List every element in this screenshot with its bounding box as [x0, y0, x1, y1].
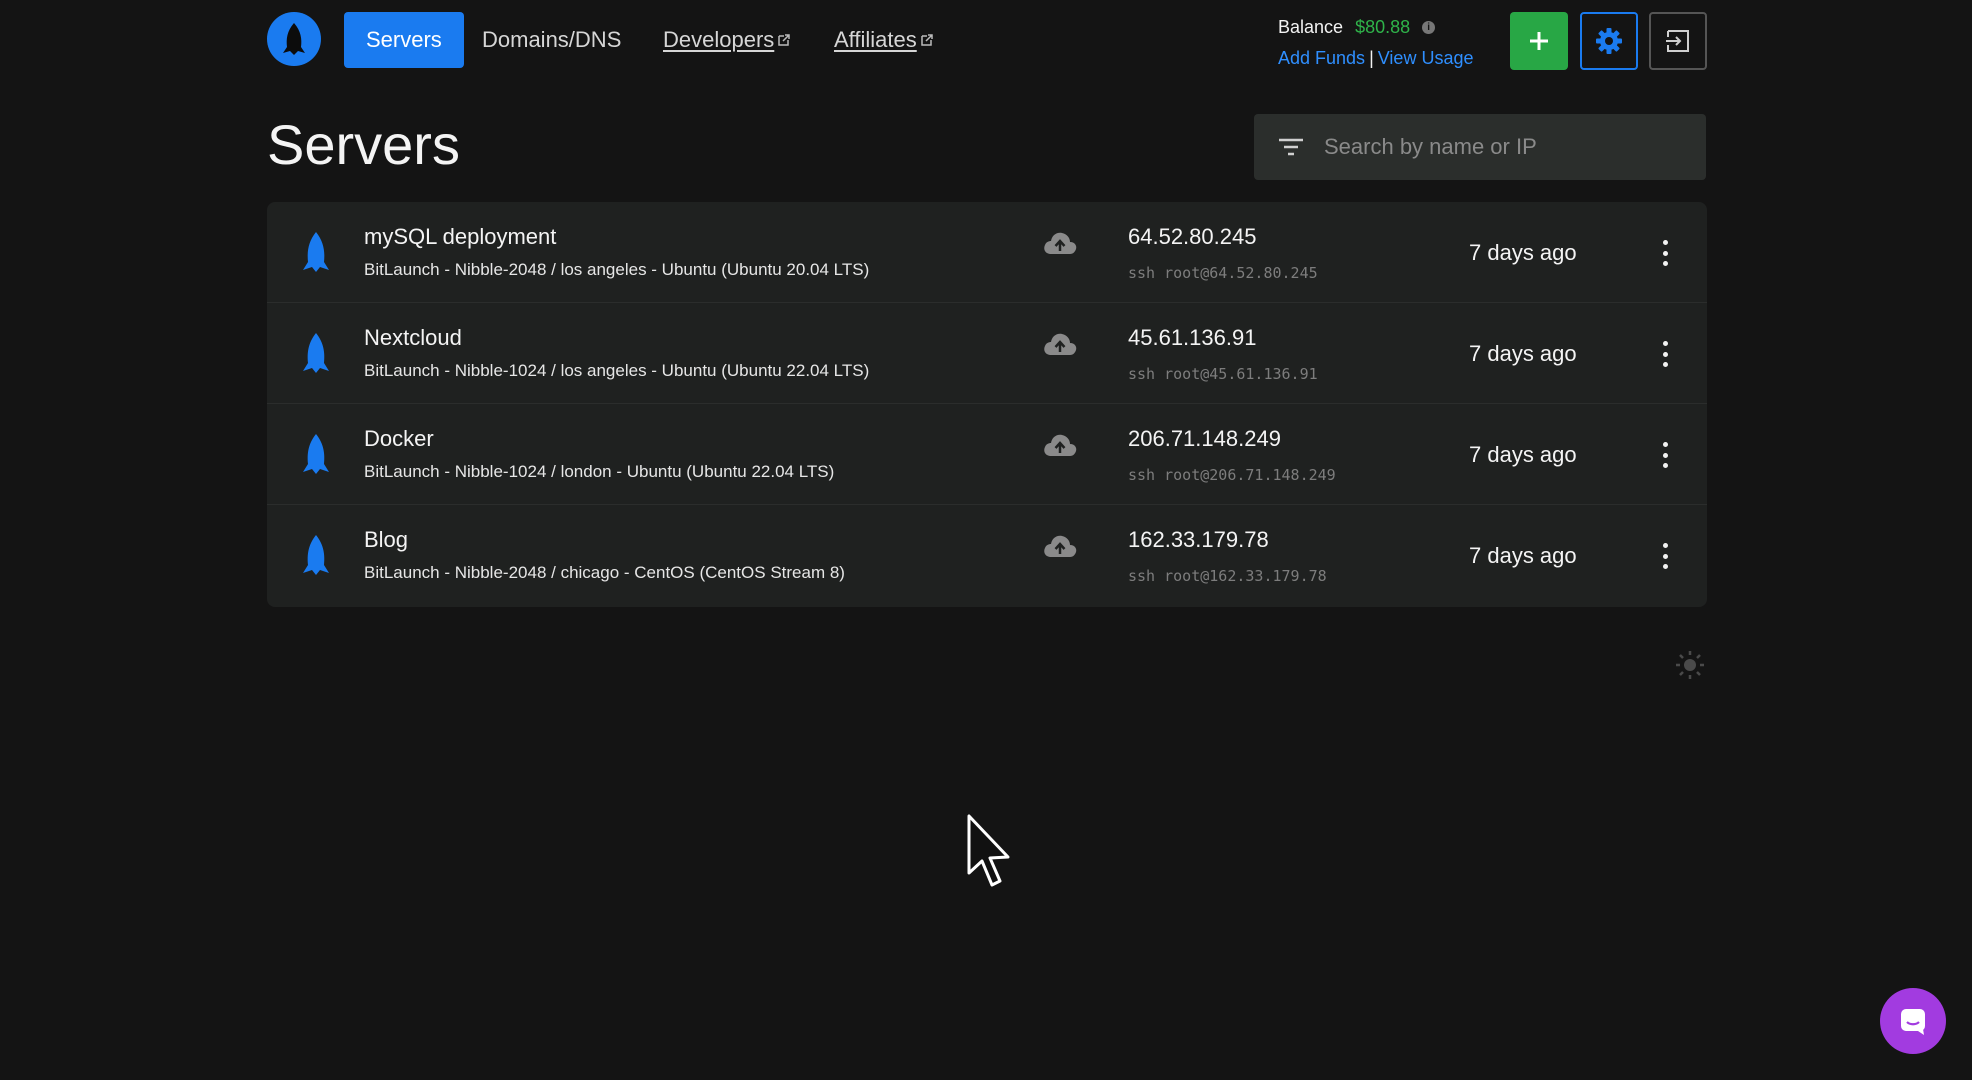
nav-affiliates-label: Affiliates — [834, 27, 917, 52]
server-name[interactable]: mySQL deployment — [364, 224, 556, 250]
server-ip[interactable]: 162.33.179.78 — [1128, 527, 1269, 553]
server-list: mySQL deployment BitLaunch - Nibble-2048… — [267, 202, 1707, 607]
kebab-menu-icon[interactable] — [1659, 543, 1671, 569]
kebab-menu-icon[interactable] — [1659, 442, 1671, 468]
server-ip[interactable]: 64.52.80.245 — [1128, 224, 1256, 250]
page-title: Servers — [267, 113, 460, 176]
server-name[interactable]: Docker — [364, 426, 434, 452]
chat-icon — [1901, 1009, 1925, 1035]
sun-icon[interactable] — [1675, 650, 1705, 685]
server-ssh-command[interactable]: ssh root@206.71.148.249 — [1128, 466, 1336, 484]
gear-icon — [1596, 28, 1622, 54]
server-description: BitLaunch - Nibble-2048 / chicago - Cent… — [364, 563, 845, 582]
logout-icon — [1666, 30, 1689, 52]
server-ip[interactable]: 206.71.148.249 — [1128, 426, 1281, 452]
info-icon[interactable]: i — [1422, 20, 1436, 34]
rocket-icon — [301, 432, 331, 481]
server-ssh-command[interactable]: ssh root@162.33.179.78 — [1128, 567, 1327, 585]
server-created-time: 7 days ago — [1469, 543, 1577, 568]
rocket-icon — [301, 331, 331, 380]
mouse-pointer-icon — [966, 813, 1014, 896]
cloud-upload-icon[interactable] — [1042, 230, 1078, 261]
server-description: BitLaunch - Nibble-1024 / london - Ubunt… — [364, 462, 835, 481]
server-row[interactable]: Blog BitLaunch - Nibble-2048 / chicago -… — [267, 505, 1707, 605]
server-name[interactable]: Nextcloud — [364, 325, 462, 351]
balance-label: Balance — [1278, 16, 1344, 37]
search-bar[interactable] — [1254, 114, 1706, 180]
settings-button[interactable] — [1580, 12, 1638, 70]
server-row[interactable]: mySQL deployment BitLaunch - Nibble-2048… — [267, 202, 1707, 303]
add-funds-link[interactable]: Add Funds — [1278, 48, 1365, 69]
server-ip[interactable]: 45.61.136.91 — [1128, 325, 1256, 351]
server-ssh-command[interactable]: ssh root@45.61.136.91 — [1128, 365, 1318, 383]
server-created-time: 7 days ago — [1469, 341, 1577, 366]
nav-servers-label: Servers — [366, 27, 442, 52]
server-created-time: 7 days ago — [1469, 442, 1577, 467]
kebab-menu-icon[interactable] — [1659, 240, 1671, 266]
server-ssh-command[interactable]: ssh root@64.52.80.245 — [1128, 264, 1318, 282]
rocket-logo-icon[interactable] — [267, 12, 321, 66]
external-link-icon — [921, 34, 933, 46]
server-row[interactable]: Nextcloud BitLaunch - Nibble-1024 / los … — [267, 303, 1707, 404]
cloud-upload-icon[interactable] — [1042, 533, 1078, 564]
logout-button[interactable] — [1649, 12, 1707, 70]
server-name[interactable]: Blog — [364, 527, 408, 553]
rocket-icon — [301, 230, 331, 279]
rocket-icon — [301, 533, 331, 582]
nav-domains-dns[interactable]: Domains/DNS — [482, 12, 621, 68]
nav-affiliates[interactable]: Affiliates — [834, 12, 934, 68]
server-row[interactable]: Docker BitLaunch - Nibble-1024 / london … — [267, 404, 1707, 505]
cloud-upload-icon[interactable] — [1042, 331, 1078, 362]
external-link-icon — [778, 34, 791, 46]
top-navigation: Servers Domains/DNS Developers Affiliate… — [267, 12, 1707, 72]
balance-value: $80.88 — [1355, 16, 1411, 37]
view-usage-link[interactable]: View Usage — [1378, 48, 1474, 69]
server-description: BitLaunch - Nibble-2048 / los angeles - … — [364, 260, 870, 279]
nav-servers[interactable]: Servers — [344, 12, 464, 68]
link-separator: | — [1369, 47, 1374, 68]
nav-developers-label: Developers — [663, 27, 775, 52]
nav-developers[interactable]: Developers — [663, 12, 791, 68]
kebab-menu-icon[interactable] — [1659, 341, 1671, 367]
server-created-time: 7 days ago — [1469, 240, 1577, 265]
server-description: BitLaunch - Nibble-1024 / los angeles - … — [364, 361, 870, 380]
balance-block: Balance $80.88 i Add Funds | View Usage — [1278, 14, 1473, 70]
plus-icon — [1530, 32, 1548, 50]
add-server-button[interactable] — [1510, 12, 1568, 70]
search-input[interactable] — [1322, 133, 1666, 161]
chat-button[interactable] — [1880, 988, 1946, 1054]
cloud-upload-icon[interactable] — [1042, 432, 1078, 463]
nav-domains-dns-label: Domains/DNS — [482, 27, 622, 52]
filter-icon[interactable] — [1278, 137, 1304, 157]
